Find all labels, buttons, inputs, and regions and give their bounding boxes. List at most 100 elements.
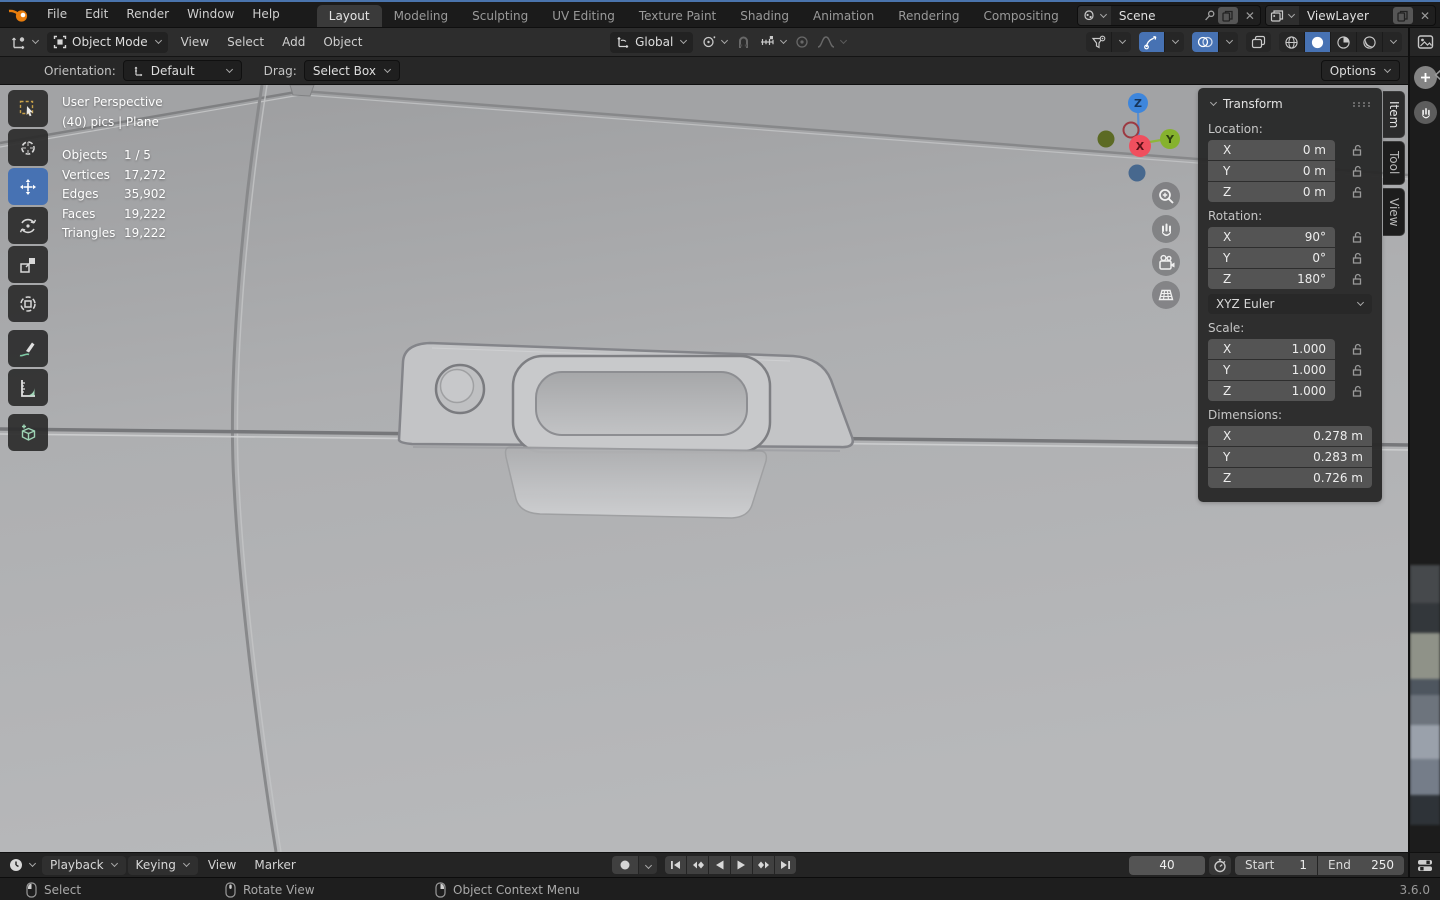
viewport-3d[interactable]: User Perspective (40) pics | Plane Objec… [0, 85, 1408, 852]
pin-icon[interactable] [1203, 9, 1216, 23]
timeline-editor-type-button[interactable] [4, 855, 40, 876]
strip-pan-button[interactable] [1414, 101, 1437, 124]
overlays-dropdown[interactable] [1219, 32, 1238, 52]
workspace-tab-layout[interactable]: Layout [316, 5, 382, 27]
timeline-menu-view[interactable]: View [200, 858, 244, 872]
menu-select[interactable]: Select [218, 30, 273, 55]
rotation-mode-dropdown[interactable]: XYZ Euler [1208, 294, 1372, 314]
workspace-tab-geometry-nodes[interactable]: Geometry Nodes [1071, 5, 1077, 27]
close-icon[interactable]: ✕ [1240, 9, 1260, 23]
scale-z-field[interactable]: Z 1.000 [1208, 381, 1335, 401]
menu-object[interactable]: Object [314, 30, 371, 55]
frame-start-field[interactable]: Start 1 [1235, 855, 1317, 875]
xray-toggle[interactable] [1246, 32, 1271, 52]
blender-logo[interactable] [0, 2, 38, 27]
tool-cursor[interactable] [8, 129, 48, 166]
next-keyframe-button[interactable] [753, 856, 774, 874]
proportional-editing-button[interactable] [791, 32, 813, 53]
lock-icon[interactable] [1350, 272, 1364, 286]
location-y-field[interactable]: Y 0 m [1208, 161, 1335, 181]
axis-navigation-gizmo[interactable]: Z Y X [1093, 90, 1193, 185]
mode-select[interactable]: Object Mode [47, 31, 168, 53]
camera-view-button[interactable] [1152, 248, 1180, 276]
current-frame-field[interactable]: 40 [1129, 855, 1205, 875]
sidebar-tab-tool[interactable]: Tool [1383, 141, 1405, 185]
lock-icon[interactable] [1350, 185, 1364, 199]
tool-transform[interactable] [8, 285, 48, 322]
workspace-tab-rendering[interactable]: Rendering [886, 5, 971, 27]
close-icon[interactable]: ✕ [1415, 9, 1435, 23]
axis-neg-z-ball[interactable] [1128, 164, 1146, 182]
object-type-visibility-button[interactable] [1086, 32, 1112, 52]
workspace-tab-texture-paint[interactable]: Texture Paint [627, 5, 728, 27]
options-dropdown[interactable]: Options [1320, 60, 1400, 81]
perspective-toggle-button[interactable] [1152, 281, 1180, 309]
workspace-tab-shading[interactable]: Shading [728, 5, 801, 27]
pivot-point-button[interactable] [697, 32, 732, 53]
timeline-menu-marker[interactable]: Marker [246, 858, 303, 872]
shading-solid-button[interactable] [1305, 32, 1331, 52]
scene-name[interactable]: Scene [1111, 9, 1203, 23]
scale-y-field[interactable]: Y 1.000 [1208, 360, 1335, 380]
menu-edit[interactable]: Edit [76, 2, 117, 27]
lock-icon[interactable] [1350, 251, 1364, 265]
side-editor-content[interactable] [1410, 57, 1440, 852]
prev-keyframe-button[interactable] [687, 856, 708, 874]
workspace-tab-compositing[interactable]: Compositing [971, 5, 1070, 27]
transform-orientation-select[interactable]: Global [610, 31, 694, 53]
new-scene-button[interactable] [1217, 7, 1238, 24]
menu-help[interactable]: Help [243, 2, 288, 27]
axis-y-ball[interactable]: Y [1160, 129, 1180, 149]
tool-add-cube[interactable] [8, 414, 48, 451]
shading-rendered-button[interactable] [1357, 32, 1383, 52]
snap-toggle-button[interactable] [732, 32, 755, 53]
location-x-field[interactable]: X 0 m [1208, 140, 1335, 160]
playback-dropdown[interactable]: Playback [42, 855, 126, 875]
rotation-y-field[interactable]: Y 0° [1208, 248, 1335, 268]
lock-icon[interactable] [1350, 342, 1364, 356]
location-z-field[interactable]: Z 0 m [1208, 182, 1335, 202]
axis-neg-y-ball[interactable] [1097, 130, 1115, 148]
play-button[interactable] [731, 856, 752, 874]
new-viewlayer-button[interactable] [1392, 7, 1413, 24]
gizmo-dropdown[interactable] [1165, 32, 1184, 52]
zoom-button[interactable] [1152, 182, 1180, 210]
rotation-x-field[interactable]: X 90° [1208, 227, 1335, 247]
lock-icon[interactable] [1350, 143, 1364, 157]
lock-icon[interactable] [1350, 230, 1364, 244]
pan-button[interactable] [1152, 215, 1180, 243]
visibility-dropdown[interactable] [1112, 32, 1131, 52]
lock-icon[interactable] [1350, 363, 1364, 377]
workspace-tab-sculpting[interactable]: Sculpting [460, 5, 540, 27]
tool-annotate[interactable] [8, 330, 48, 367]
keying-dropdown[interactable]: Keying [127, 855, 198, 875]
axis-z-ball[interactable]: Z [1128, 93, 1148, 113]
workspace-tab-uv-editing[interactable]: UV Editing [540, 5, 627, 27]
transform-panel-header[interactable]: Transform [1208, 93, 1372, 115]
viewlayer-name[interactable]: ViewLayer [1299, 9, 1391, 23]
rotation-z-field[interactable]: Z 180° [1208, 269, 1335, 289]
workspace-tab-modeling[interactable]: Modeling [382, 5, 461, 27]
snap-settings-button[interactable] [755, 32, 791, 53]
tool-select-box[interactable] [8, 90, 48, 127]
lock-icon[interactable] [1350, 384, 1364, 398]
shading-wireframe-button[interactable] [1279, 32, 1305, 52]
sidebar-tab-item[interactable]: Item [1383, 91, 1405, 139]
viewport-canvas[interactable] [0, 85, 1408, 852]
proportional-falloff-button[interactable] [813, 32, 851, 53]
orientation-dropdown[interactable]: Default [122, 60, 242, 81]
play-reverse-button[interactable] [709, 856, 730, 874]
side-editor-bottom-header[interactable] [1410, 852, 1440, 877]
tool-scale[interactable] [8, 246, 48, 283]
show-gizmo-toggle[interactable] [1139, 32, 1165, 52]
menu-render[interactable]: Render [117, 2, 178, 27]
collapse-chevron-left-icon[interactable] [1434, 69, 1440, 81]
tool-measure[interactable] [8, 369, 48, 406]
dimensions-x-field[interactable]: X 0.278 m [1208, 426, 1372, 446]
auto-keying-toggle[interactable] [612, 856, 638, 874]
shading-material-button[interactable] [1331, 32, 1357, 52]
sidebar-tab-view[interactable]: View [1383, 187, 1405, 237]
show-overlays-toggle[interactable] [1192, 32, 1219, 52]
axis-x-ball[interactable]: X [1129, 135, 1151, 157]
panel-grip-icon[interactable] [1353, 101, 1372, 107]
